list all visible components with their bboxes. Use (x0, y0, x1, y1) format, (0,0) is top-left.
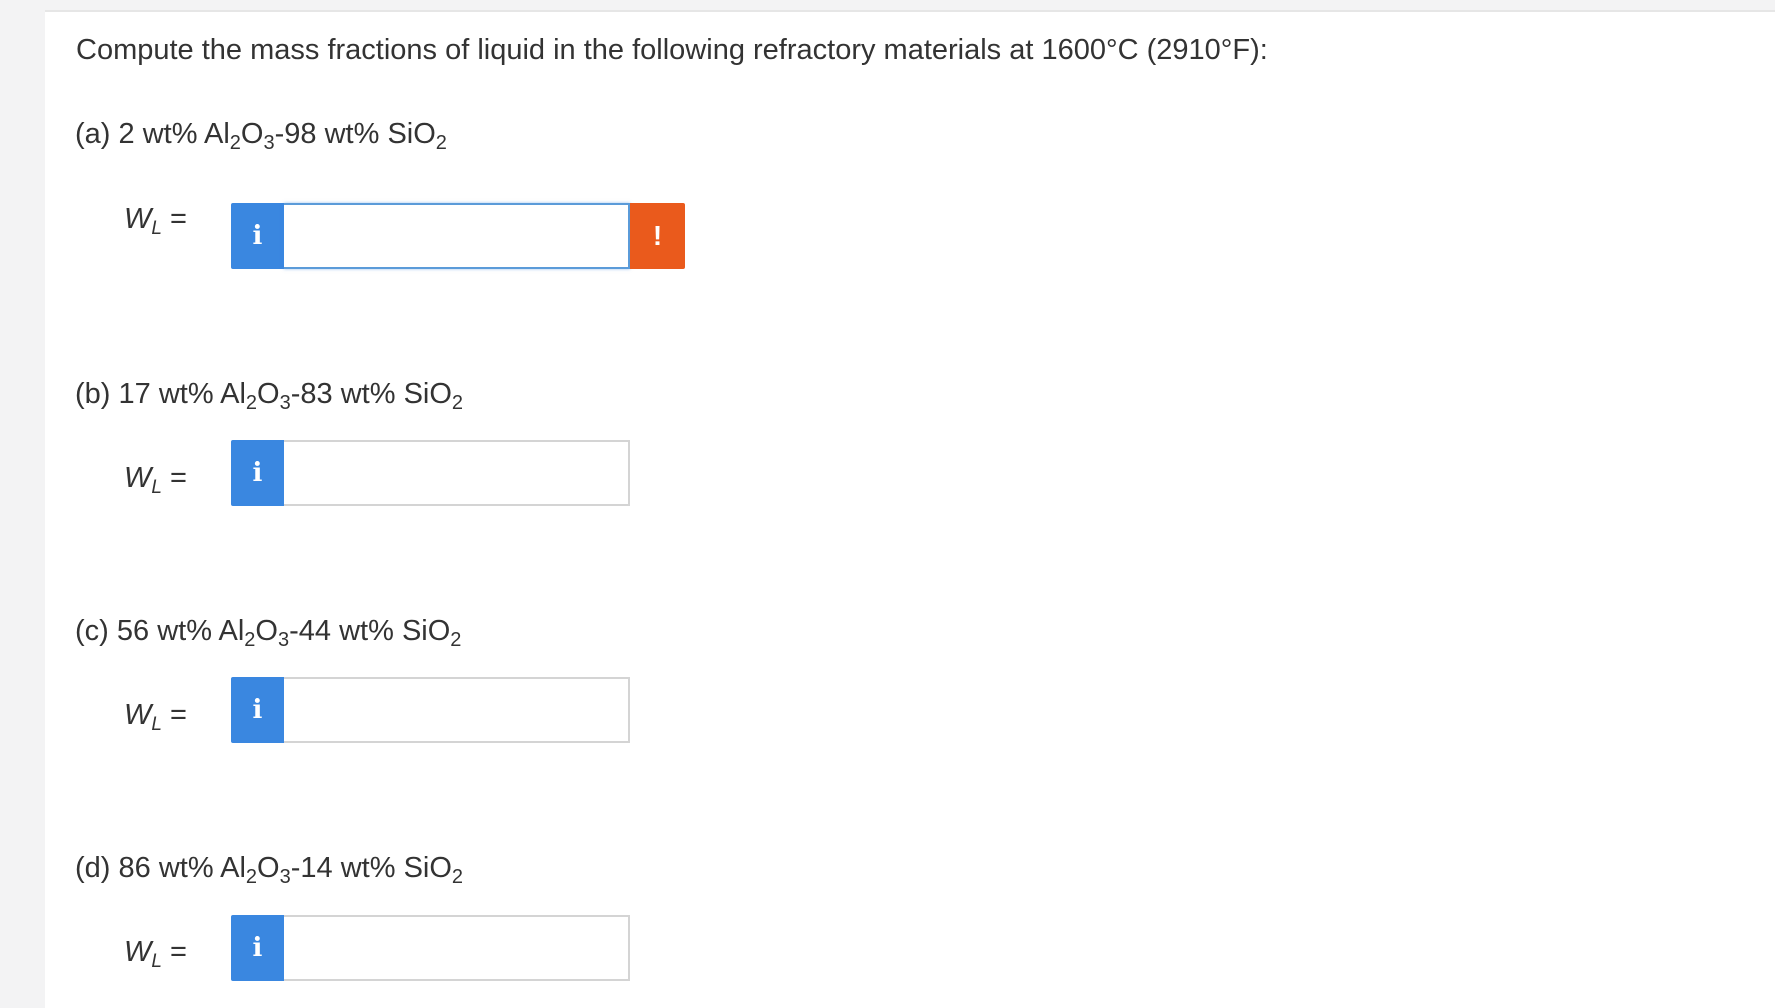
info-icon[interactable]: i (231, 203, 284, 269)
info-icon[interactable]: i (231, 915, 284, 981)
part-c-answer-group: i (231, 677, 630, 743)
part-a-answer-group: i ! (231, 203, 685, 269)
question-prompt: Compute the mass fractions of liquid in … (76, 34, 1268, 66)
alert-icon[interactable]: ! (630, 203, 685, 269)
info-icon[interactable]: i (231, 677, 284, 743)
part-a-title: (a) 2 wt% Al2O3-98 wt% SiO2 (75, 118, 447, 154)
part-c-answer-input[interactable] (284, 677, 630, 743)
part-c-title: (c) 56 wt% Al2O3-44 wt% SiO2 (75, 615, 462, 651)
info-icon[interactable]: i (231, 440, 284, 506)
divider (45, 10, 1775, 12)
part-a-answer-input[interactable] (284, 203, 630, 269)
part-b-answer-input[interactable] (284, 440, 630, 506)
part-b-title: (b) 17 wt% Al2O3-83 wt% SiO2 (75, 378, 464, 414)
part-c-answer-label: WL = (124, 699, 187, 735)
part-d-answer-input[interactable] (284, 915, 630, 981)
question-card: Compute the mass fractions of liquid in … (45, 10, 1775, 1008)
part-b-answer-label: WL = (124, 462, 187, 498)
part-a-answer-label: WL = (124, 203, 187, 239)
part-d-title: (d) 86 wt% Al2O3-14 wt% SiO2 (75, 852, 464, 888)
part-d-answer-label: WL = (124, 936, 187, 972)
part-b-answer-group: i (231, 440, 630, 506)
part-d-answer-group: i (231, 915, 630, 981)
